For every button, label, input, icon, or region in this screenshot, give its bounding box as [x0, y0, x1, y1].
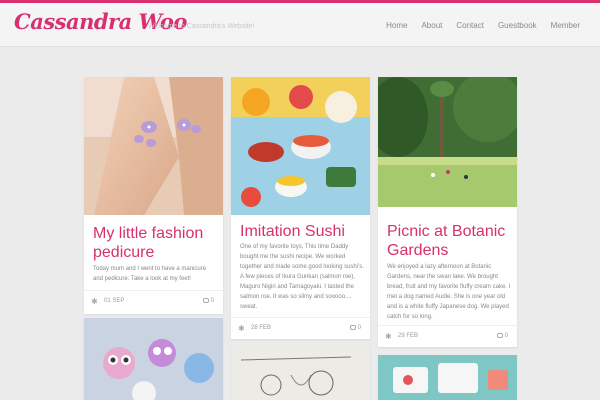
date-icon: ✱ — [385, 332, 392, 341]
post-card-illustration[interactable] — [378, 355, 517, 400]
comment-icon — [202, 298, 209, 303]
post-image-illustration[interactable] — [378, 355, 517, 400]
post-image-sushi[interactable] — [231, 77, 370, 215]
post-meta: ✱ 01 SEP 0 — [84, 290, 223, 312]
post-card-toys[interactable] — [84, 318, 223, 400]
post-excerpt: We enjoyed a lazy afternoon at Botanic G… — [387, 264, 511, 320]
comment-count[interactable]: 0 — [496, 333, 508, 339]
post-title[interactable]: Imitation Sushi — [240, 222, 364, 241]
post-meta: ✱ 29 FEB 0 — [378, 325, 517, 347]
comment-count[interactable]: 0 — [202, 298, 214, 304]
nav-contact[interactable]: Contact — [456, 21, 484, 30]
site-logo[interactable]: Cassandra Woo — [14, 9, 187, 34]
site-tagline: Welcome to Cassandra's Website! — [148, 23, 255, 30]
post-card-drawing[interactable] — [231, 345, 370, 400]
post-title[interactable]: My little fashion pedicure — [93, 224, 217, 262]
nav-home[interactable]: Home — [386, 21, 407, 30]
post-image-pedicure[interactable] — [84, 77, 223, 215]
post-title[interactable]: Picnic at Botanic Gardens — [387, 222, 511, 260]
comment-count[interactable]: 0 — [349, 325, 361, 331]
nav-member[interactable]: Member — [551, 21, 580, 30]
comment-icon — [349, 325, 356, 330]
date-icon: ✱ — [238, 324, 245, 333]
post-card-pedicure[interactable]: My little fashion pedicure Today mum and… — [84, 77, 223, 314]
post-image-picnic[interactable] — [378, 77, 517, 207]
post-meta: ✱ 28 FEB 0 — [231, 317, 370, 339]
date-icon: ✱ — [91, 297, 98, 306]
comment-icon — [496, 333, 503, 338]
main-nav: Home About Contact Guestbook Member — [386, 21, 580, 30]
nav-about[interactable]: About — [421, 21, 442, 30]
post-date: 28 FEB — [251, 325, 272, 331]
post-excerpt: One of my favorite toys. This time Daddy… — [240, 244, 364, 310]
post-excerpt: Today mum and I went to have a manicure … — [93, 266, 207, 282]
post-image-drawing[interactable] — [231, 345, 370, 400]
nav-guestbook[interactable]: Guestbook — [498, 21, 537, 30]
post-date: 01 SEP — [104, 298, 125, 304]
site-header: Cassandra Woo Welcome to Cassandra's Web… — [0, 3, 600, 47]
post-date: 29 FEB — [398, 333, 419, 339]
post-card-picnic[interactable]: Picnic at Botanic Gardens We enjoyed a l… — [378, 77, 517, 347]
post-image-toys[interactable] — [84, 318, 223, 400]
post-card-sushi[interactable]: Imitation Sushi One of my favorite toys.… — [231, 77, 370, 339]
